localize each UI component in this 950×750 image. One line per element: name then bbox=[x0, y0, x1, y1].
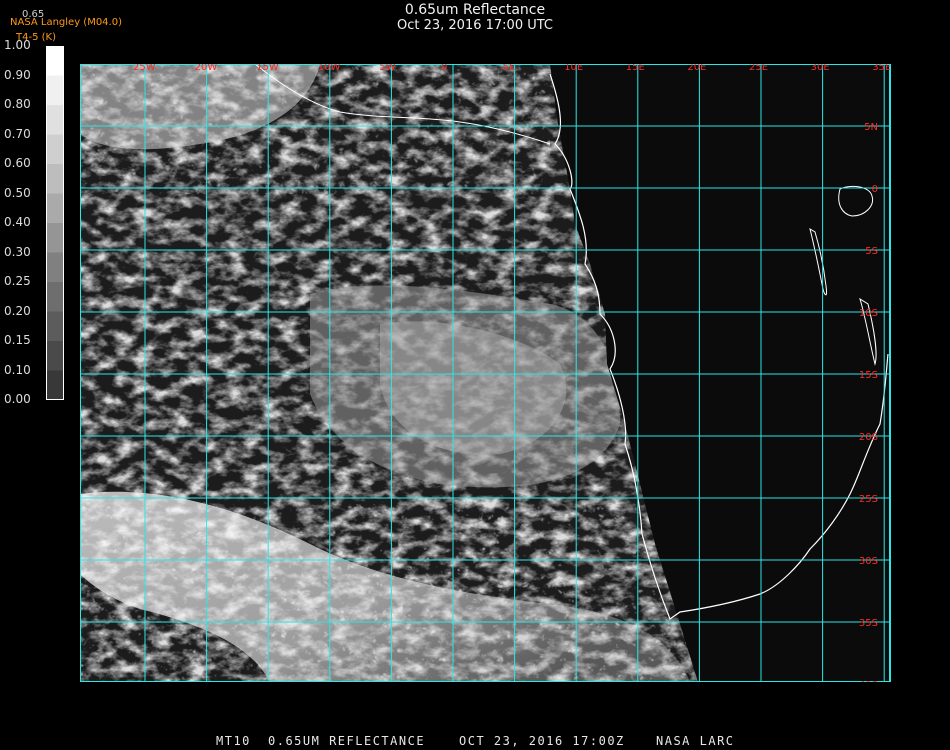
satellite-map[interactable]: 25W 20W 15W 10W 5W 0 5E 10E 15E 20E 25E 30E 35E 5N 0 5S… bbox=[80, 64, 891, 682]
longitude-label: 15E bbox=[626, 64, 645, 73]
colorbar-label: 0.25 bbox=[4, 274, 31, 288]
latitude-label: 5N bbox=[864, 122, 878, 133]
colorbar-label: 0.20 bbox=[4, 303, 31, 318]
colorbar-segment bbox=[46, 282, 64, 312]
latitude-label: 5S bbox=[865, 246, 878, 257]
colorbar-segment bbox=[46, 252, 64, 283]
footer-source: NASA LARC bbox=[656, 734, 735, 748]
longitude-label: 5W bbox=[379, 64, 395, 73]
longitude-label: 5E bbox=[503, 64, 516, 73]
latitude-label: 20S bbox=[859, 432, 878, 443]
longitude-label: 20E bbox=[687, 64, 706, 73]
colorbar-label: 0.00 bbox=[4, 392, 31, 406]
colorbar-label: 0.15 bbox=[4, 333, 31, 347]
colorbar-label: 0.40 bbox=[4, 215, 31, 229]
latitude-label: 35S bbox=[859, 618, 878, 629]
colorbar-label: 0.70 bbox=[4, 126, 31, 141]
longitude-label: 0 bbox=[441, 64, 447, 73]
colorbar-segment bbox=[46, 134, 64, 165]
colorbar-label: 0.30 bbox=[4, 244, 31, 259]
colorbar-label: 0.60 bbox=[4, 156, 31, 170]
longitude-label: 30E bbox=[811, 64, 830, 73]
footer-channel: 0.65UM REFLECTANCE bbox=[268, 734, 426, 748]
footer-product: MT10 bbox=[216, 734, 251, 748]
colorbar-segment bbox=[46, 105, 64, 135]
latitude-label: 10S bbox=[859, 308, 878, 319]
colorbar-segment bbox=[46, 164, 64, 194]
colorbar-label: 0.80 bbox=[4, 97, 31, 111]
colorbar-label: 0.10 bbox=[4, 362, 31, 377]
colorbar-label: 0.90 bbox=[4, 67, 31, 82]
longitude-label: 15W bbox=[256, 64, 279, 73]
colorbar-segment bbox=[46, 370, 64, 400]
colorbar-segment bbox=[46, 341, 64, 371]
longitude-label: 20W bbox=[195, 64, 218, 73]
colorbar-label: 0.50 bbox=[4, 185, 31, 200]
colorbar-segment bbox=[46, 46, 64, 76]
colorbar-label: 1.00 bbox=[4, 38, 31, 52]
map-subtitle: Oct 23, 2016 17:00 UTC bbox=[397, 18, 553, 33]
map-title: 0.65um Reflectance bbox=[404, 2, 546, 18]
latitude-label: 0 bbox=[872, 184, 878, 195]
latitude-label: 40S bbox=[859, 680, 878, 682]
longitude-label: 35E bbox=[872, 64, 891, 73]
colorbar-segment bbox=[46, 75, 64, 106]
footer-datetime: OCT 23, 2016 17:00Z bbox=[459, 734, 625, 748]
colorbar-segment bbox=[46, 193, 64, 224]
colorbar bbox=[46, 46, 64, 400]
longitude-label: 25W bbox=[133, 64, 156, 73]
colorbar-segment bbox=[46, 223, 64, 253]
longitude-label: 10E bbox=[564, 64, 583, 73]
longitude-label: 10W bbox=[318, 64, 341, 73]
latitude-label: 25S bbox=[859, 494, 878, 505]
latitude-label: 15S bbox=[859, 370, 878, 381]
credit-label: NASA Langley (M04.0) bbox=[10, 17, 122, 28]
colorbar-segment bbox=[46, 311, 64, 342]
longitude-label: 25E bbox=[749, 64, 768, 73]
latitude-label: 30S bbox=[859, 556, 878, 567]
